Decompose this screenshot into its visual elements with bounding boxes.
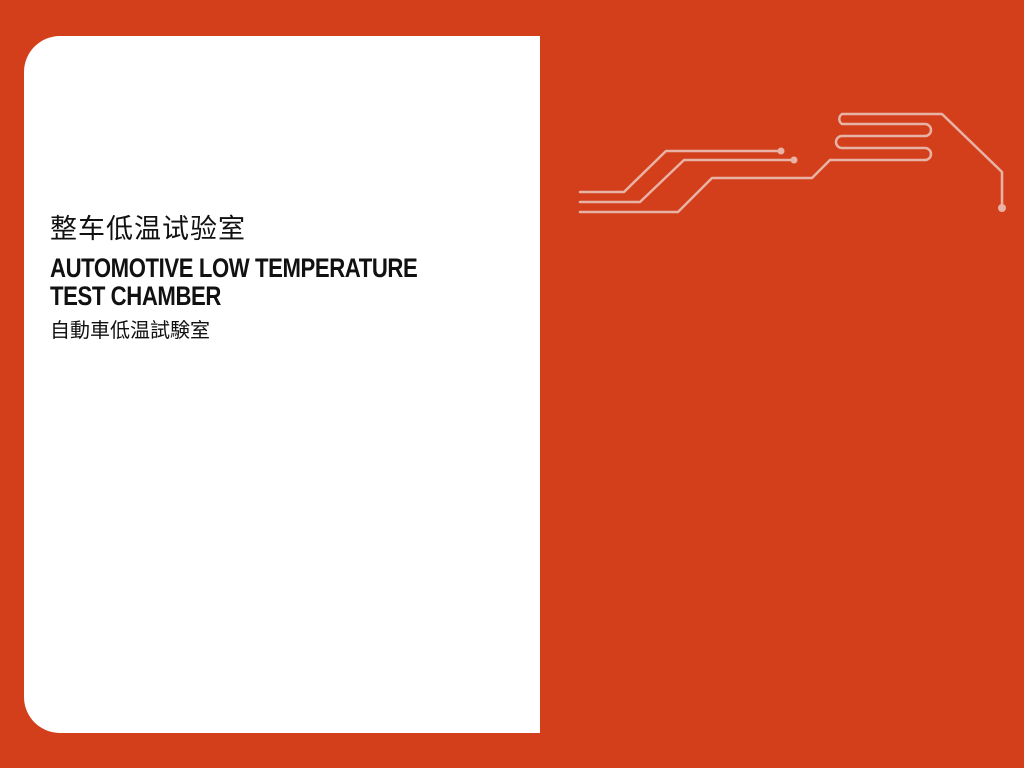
circuit-trace-2 — [578, 158, 796, 204]
title-english: AUTOMOTIVE LOW TEMPERATURE TEST CHAMBER — [50, 254, 427, 310]
circuit-trace-1 — [578, 149, 783, 194]
title-block: 整车低温试验室 AUTOMOTIVE LOW TEMPERATURE TEST … — [50, 210, 510, 344]
content-panel — [24, 36, 540, 733]
circuit-node-1 — [777, 147, 785, 155]
title-english-line1: AUTOMOTIVE LOW TEMPERATURE — [50, 253, 418, 283]
title-chinese-traditional: 自動車低温試験室 — [50, 318, 210, 342]
title-english-line2: TEST CHAMBER — [50, 281, 221, 311]
title-chinese-simplified: 整车低温试验室 — [50, 214, 246, 245]
circuit-node-2 — [790, 156, 798, 164]
circuit-node-3 — [998, 204, 1006, 212]
circuit-trace-3 — [578, 158, 927, 214]
circuit-serpentine — [834, 112, 1004, 210]
